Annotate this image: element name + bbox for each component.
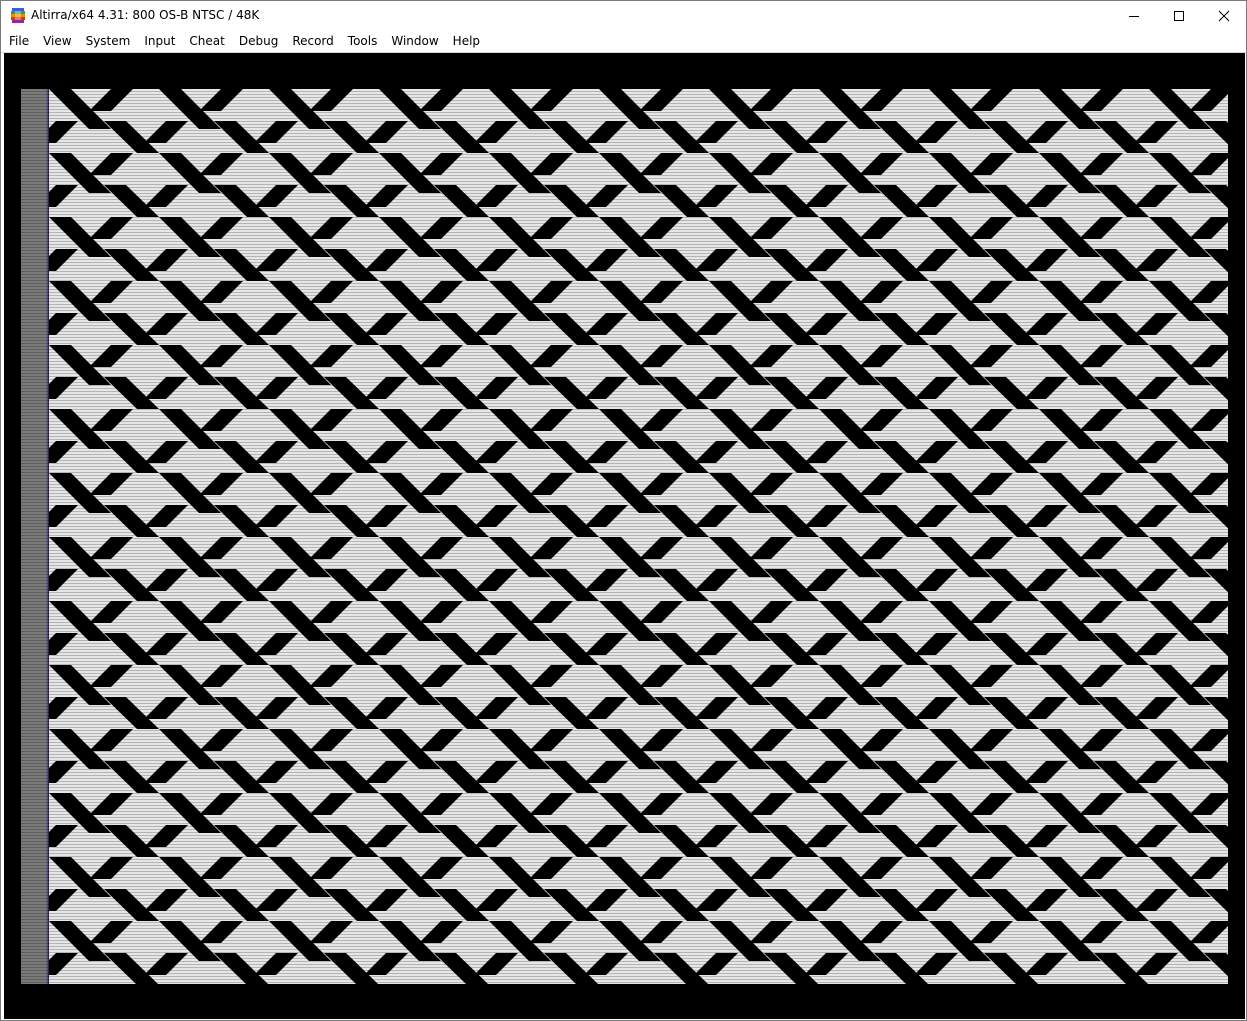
title-bar[interactable]: Altirra/x64 4.31: 800 OS-B NTSC / 48K (1, 1, 1246, 31)
close-icon (1218, 10, 1230, 22)
emulated-screen[interactable] (21, 89, 1228, 984)
altirra-app-icon (11, 8, 25, 23)
close-button[interactable] (1201, 1, 1247, 31)
menu-bar: File View System Input Cheat Debug Recor… (1, 31, 1246, 52)
menu-system[interactable]: System (79, 31, 138, 52)
altirra-window: Altirra/x64 4.31: 800 OS-B NTSC / 48K Fi… (0, 0, 1247, 1021)
menu-input[interactable]: Input (137, 31, 182, 52)
window-title: Altirra/x64 4.31: 800 OS-B NTSC / 48K (31, 8, 260, 22)
minimize-icon (1129, 16, 1139, 17)
emulator-display[interactable] (4, 53, 1245, 1019)
menu-cheat[interactable]: Cheat (182, 31, 231, 52)
menu-help[interactable]: Help (446, 31, 487, 52)
menu-tools[interactable]: Tools (341, 31, 385, 52)
menu-debug[interactable]: Debug (232, 31, 285, 52)
menu-window[interactable]: Window (384, 31, 445, 52)
minimize-button[interactable] (1111, 1, 1157, 31)
playfield-pattern (49, 89, 1228, 984)
menu-view[interactable]: View (36, 31, 78, 52)
menu-record[interactable]: Record (285, 31, 340, 52)
maximize-button[interactable] (1156, 1, 1202, 31)
maximize-icon (1174, 11, 1184, 21)
screen-left-border (21, 89, 48, 984)
menu-file[interactable]: File (1, 31, 36, 52)
